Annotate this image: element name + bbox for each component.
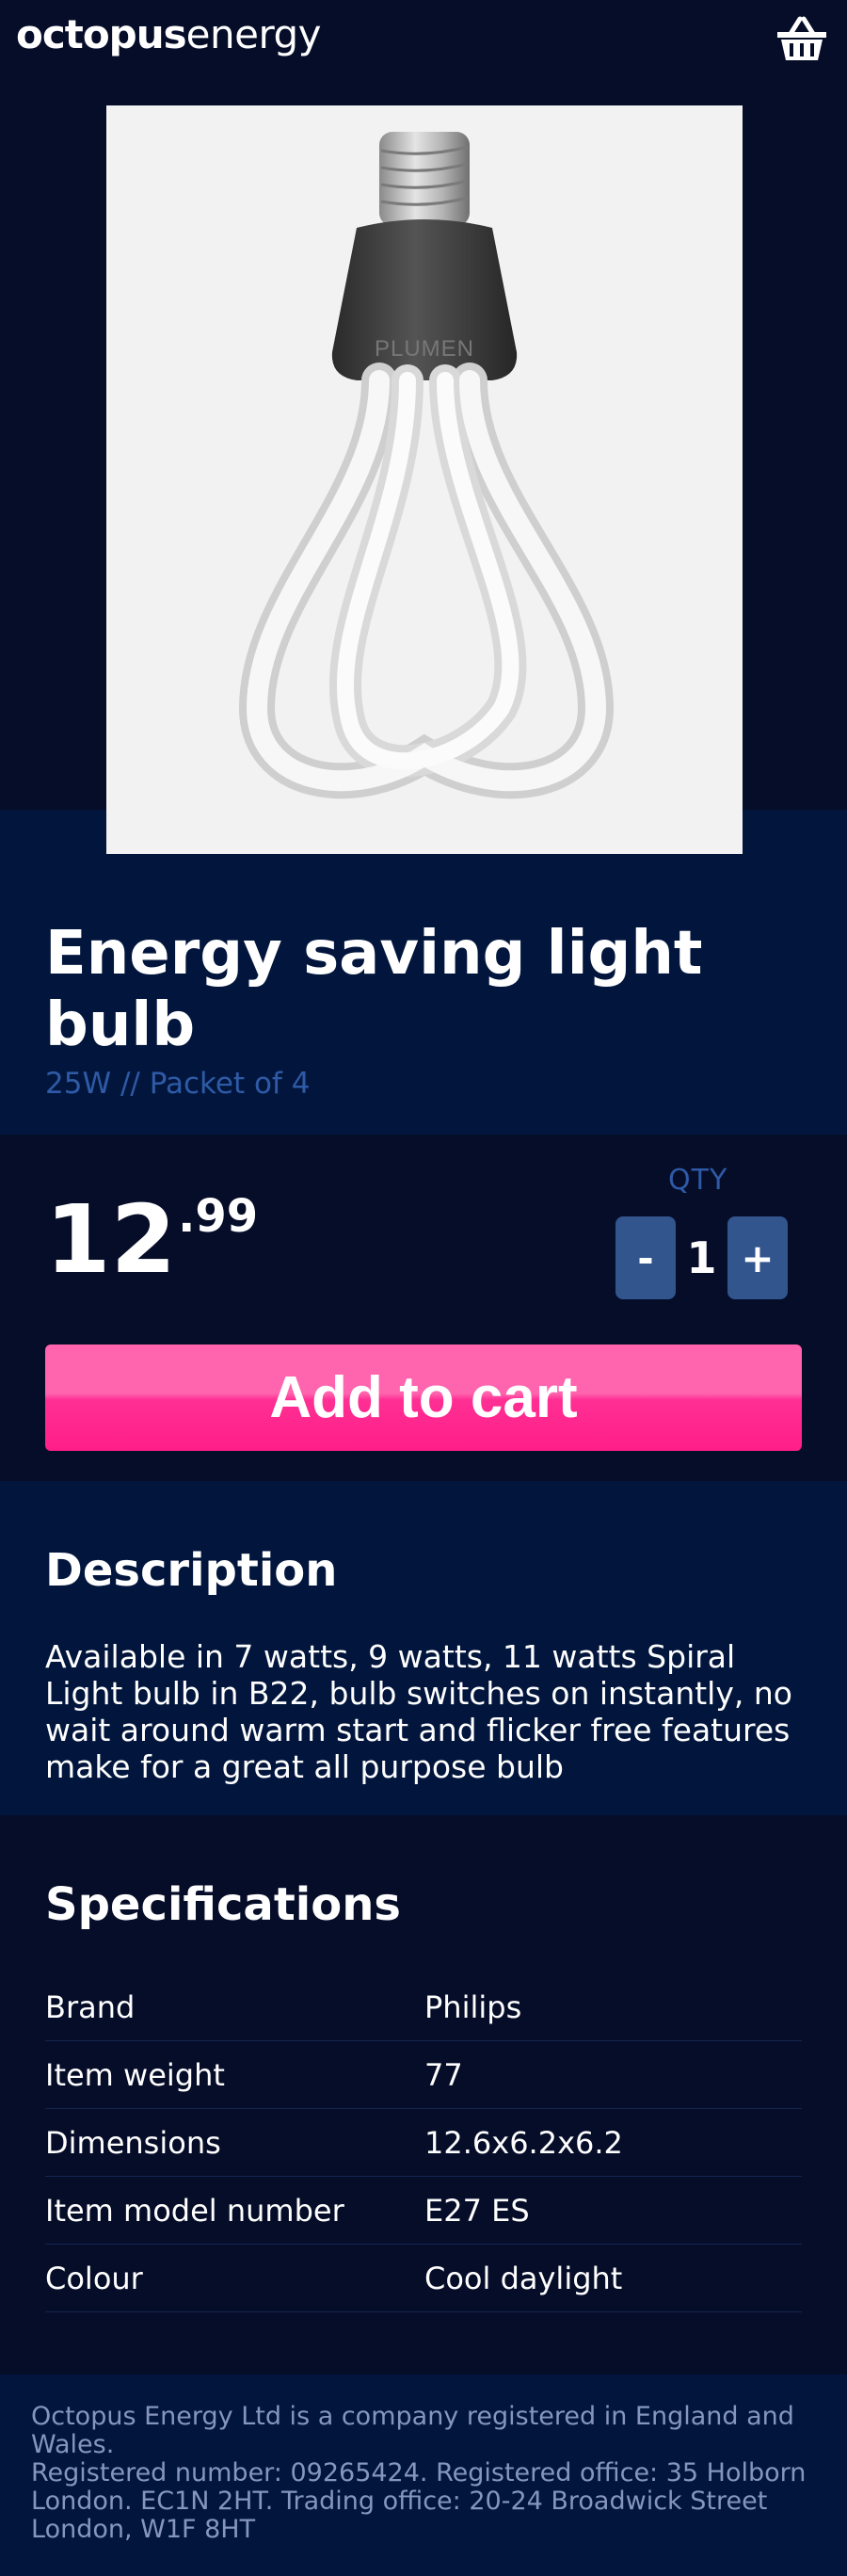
octopus-energy-logo[interactable]: octopus energy [16,11,322,64]
price-main: 12 [45,1184,177,1295]
header: octopus energy [0,0,847,75]
product-image: PLUMEN [106,105,743,854]
qty-label: QTY [668,1164,728,1197]
bulb-brand-text: PLUMEN [375,336,474,362]
basket-icon[interactable] [774,11,830,64]
spec-row-brand: Brand Philips [45,1973,802,2041]
spec-value: E27 ES [424,2192,530,2229]
spec-value: Philips [424,1988,522,2025]
qty-value: 1 [686,1232,717,1283]
footer-text: Octopus Energy Ltd is a company register… [31,2403,822,2544]
product-price: 12 .99 [45,1188,258,1292]
spec-value: Cool daylight [424,2260,623,2296]
spec-value: 77 [424,2056,463,2093]
qty-increase-button[interactable]: + [727,1216,788,1299]
description-heading: Description [45,1544,338,1597]
spec-value: 12.6x6.2x6.2 [424,2124,623,2161]
product-subtitle: 25W // Packet of 4 [45,1067,311,1101]
description-text: Available in 7 watts, 9 watts, 11 watts … [45,1638,792,1785]
spec-row-item-weight: Item weight 77 [45,2041,802,2109]
price-cents: .99 [178,1190,259,1243]
add-to-cart-button[interactable]: Add to cart [45,1344,802,1451]
specifications-table: Brand Philips Item weight 77 Dimensions … [45,1973,802,2312]
spec-key: Item weight [45,2056,225,2093]
logo-bold-text: octopus [16,11,187,57]
spec-key: Dimensions [45,2124,221,2161]
spec-row-colour: Colour Cool daylight [45,2245,802,2312]
spec-key: Colour [45,2260,143,2296]
qty-decrease-button[interactable]: - [615,1216,676,1299]
spec-row-item-model-number: Item model number E27 ES [45,2177,802,2245]
light-bulb-image: PLUMEN [238,132,615,799]
footer-line-registered: Registered number: 09265424. Registered … [31,2458,807,2544]
product-title: Energy saving light bulb [45,919,703,1060]
footer-line-company: Octopus Energy Ltd is a company register… [31,2402,794,2459]
specifications-heading: Specifications [45,1878,401,1931]
spec-key: Brand [45,1988,136,2025]
spec-key: Item model number [45,2192,344,2229]
spec-row-dimensions: Dimensions 12.6x6.2x6.2 [45,2109,802,2177]
logo-light-text: energy [185,11,322,57]
